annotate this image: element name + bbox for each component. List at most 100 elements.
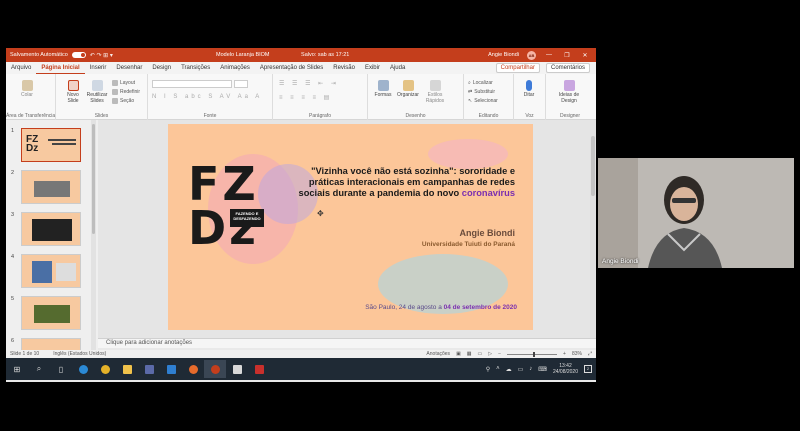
- start-button[interactable]: ⊞: [6, 360, 28, 378]
- zoom-slider[interactable]: [507, 351, 558, 357]
- participant-video[interactable]: Angie Biondi: [598, 158, 794, 268]
- clipboard-icon: [21, 80, 33, 91]
- powerpoint-taskbar-button[interactable]: [204, 360, 226, 378]
- tab-desenhar[interactable]: Desenhar: [111, 62, 147, 74]
- tab-animacoes[interactable]: Animações: [215, 62, 255, 74]
- scroll-thumb[interactable]: [92, 124, 95, 234]
- share-button[interactable]: Compartilhar: [495, 63, 540, 73]
- mail-button[interactable]: [160, 360, 182, 378]
- canvas-scrollbar[interactable]: [590, 120, 596, 338]
- notes-pane[interactable]: Clique para adicionar anotações: [98, 338, 596, 348]
- thumb-number: 1: [11, 128, 15, 134]
- chrome-button[interactable]: [94, 360, 116, 378]
- tab-apresentacao[interactable]: Apresentação de Slides: [255, 62, 328, 74]
- network-icon[interactable]: ▭: [518, 366, 524, 373]
- app-button[interactable]: [226, 360, 248, 378]
- restore-button[interactable]: ❐: [562, 52, 572, 59]
- font-format-buttons[interactable]: N I S abc S AV Aa A: [152, 94, 262, 100]
- thumb-image: [32, 261, 52, 283]
- replace-button[interactable]: ⇄ Substituir: [468, 89, 495, 95]
- volume-icon[interactable]: ♪: [529, 366, 532, 372]
- normal-view-icon[interactable]: ▣: [456, 351, 461, 357]
- quick-styles-label: Estilos Rápidos: [425, 92, 445, 104]
- reuse-slides-button[interactable]: Reutilizar Slides: [86, 80, 108, 104]
- fit-slide-icon[interactable]: ⤢: [588, 351, 592, 357]
- minimize-button[interactable]: —: [544, 52, 554, 58]
- reading-view-icon[interactable]: ▭: [478, 351, 483, 357]
- edge-icon: [78, 364, 88, 374]
- slide-thumbnail-1[interactable]: FZ Dz: [21, 128, 81, 162]
- slide-thumbnail-3[interactable]: [21, 212, 81, 246]
- participant-name: Angie Biondi: [602, 258, 639, 265]
- section-icon: [112, 98, 118, 104]
- chevron-up-icon[interactable]: ˄: [496, 366, 500, 372]
- edge-button[interactable]: [72, 360, 94, 378]
- language-indicator[interactable]: Inglês (Estados Unidos): [53, 351, 106, 357]
- tab-inserir[interactable]: Inserir: [85, 62, 112, 74]
- search-button[interactable]: ⌕: [28, 360, 50, 378]
- tab-ajuda[interactable]: Ajuda: [385, 62, 410, 74]
- zoom-level[interactable]: 83%: [572, 351, 582, 357]
- font-size-box[interactable]: [234, 80, 248, 88]
- design-ideas-button[interactable]: Ideias de Design: [552, 80, 586, 104]
- align-buttons[interactable]: ≡ ≡ ≡ ≡ ▤: [279, 94, 332, 101]
- keyboard-icon[interactable]: ⌨: [538, 366, 547, 373]
- reset-label: Redefinir: [120, 89, 141, 95]
- dictate-button[interactable]: Ditar: [518, 80, 540, 98]
- notes-toggle-button[interactable]: Anotações: [426, 351, 450, 357]
- zoom-out-icon[interactable]: −: [498, 351, 501, 357]
- cloud-icon[interactable]: ☁: [506, 366, 512, 373]
- slideshow-icon[interactable]: ▷: [488, 351, 492, 357]
- close-button[interactable]: ✕: [580, 52, 590, 59]
- layout-button[interactable]: Layout: [112, 80, 135, 86]
- list-buttons[interactable]: ☰ ☰ ☰ ⇤ ⇥: [279, 80, 339, 87]
- font-name-box[interactable]: [152, 80, 232, 88]
- current-slide[interactable]: FZ Dz FAZENDO E DESFAZENDO "Vizinha você n…: [168, 124, 533, 330]
- quick-access-toolbar[interactable]: ↶ ↷ ⊞ ▾: [90, 52, 113, 59]
- dictate-label: Ditar: [523, 92, 535, 98]
- task-view-button[interactable]: ▯: [50, 360, 72, 378]
- firefox-button[interactable]: [182, 360, 204, 378]
- thumb-title-line: [52, 143, 76, 145]
- explorer-button[interactable]: [116, 360, 138, 378]
- user-name[interactable]: Angie Biondi: [488, 52, 519, 58]
- slide-university: Universidade Tuiuti do Paraná: [421, 241, 515, 248]
- find-button[interactable]: ⌕ Localizar: [468, 80, 493, 86]
- arrange-icon: [402, 80, 414, 91]
- comments-button[interactable]: Comentários: [545, 63, 590, 73]
- tab-arquivo[interactable]: Arquivo: [6, 62, 36, 74]
- participant-photo: [598, 158, 794, 268]
- tab-design[interactable]: Design: [147, 62, 176, 74]
- reset-button[interactable]: Redefinir: [112, 89, 140, 95]
- powerpoint-icon: [210, 364, 220, 374]
- section-button[interactable]: Seção: [112, 98, 134, 104]
- shapes-label: Formas: [374, 92, 392, 98]
- slide-thumbnail-4[interactable]: [21, 254, 81, 288]
- select-button[interactable]: ↖ Selecionar: [468, 98, 498, 104]
- tab-exibir[interactable]: Exibir: [360, 62, 385, 74]
- notification-button[interactable]: 2: [584, 365, 592, 373]
- tab-transicoes[interactable]: Transições: [176, 62, 215, 74]
- new-slide-button[interactable]: Novo Slide: [62, 80, 84, 104]
- arrange-button[interactable]: Organizar: [396, 80, 420, 98]
- autosave-toggle[interactable]: [71, 52, 86, 58]
- tab-pagina-inicial[interactable]: Página Inicial: [36, 62, 85, 74]
- people-icon[interactable]: ⚲: [486, 366, 490, 373]
- select-icon: ↖: [468, 98, 473, 104]
- app-button[interactable]: [248, 360, 270, 378]
- sorter-view-icon[interactable]: ▦: [467, 351, 472, 357]
- paste-button[interactable]: Colar: [16, 80, 38, 98]
- tab-revisao[interactable]: Revisão: [328, 62, 360, 74]
- shapes-button[interactable]: Formas: [372, 80, 394, 98]
- slide-thumbnail-2[interactable]: [21, 170, 81, 204]
- store-button[interactable]: [138, 360, 160, 378]
- scroll-thumb[interactable]: [591, 136, 595, 196]
- ribbon-tabs: Arquivo Página Inicial Inserir Desenhar …: [6, 62, 596, 74]
- slide-thumbnail-5[interactable]: [21, 296, 81, 330]
- user-avatar[interactable]: AB: [527, 50, 536, 60]
- quick-styles-button[interactable]: Estilos Rápidos: [423, 80, 447, 104]
- layout-icon: [112, 80, 118, 86]
- zoom-in-icon[interactable]: +: [563, 351, 566, 357]
- thumbnails-scrollbar[interactable]: [91, 120, 96, 360]
- clock[interactable]: 13:42 24/08/2020: [553, 363, 578, 375]
